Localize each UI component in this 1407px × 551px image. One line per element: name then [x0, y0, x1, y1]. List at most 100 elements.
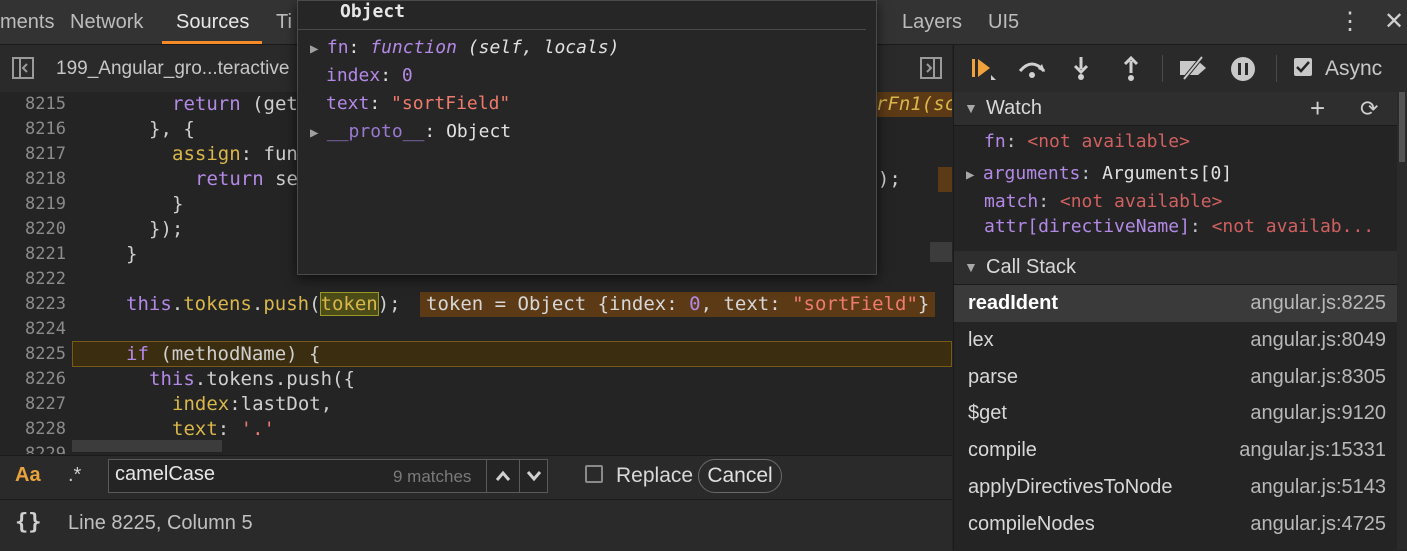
property-key: text: [326, 93, 370, 114]
callstack-section-header[interactable]: ▼ Call Stack: [954, 251, 1400, 285]
inline-value-text: }: [917, 293, 930, 315]
expand-triangle-icon[interactable]: ▶: [310, 41, 327, 57]
deactivate-breakpoints-icon[interactable]: [1176, 55, 1206, 83]
frame-location[interactable]: angular.js:8049: [1250, 322, 1386, 359]
code-line-8223: this.tokens.push(token);: [126, 292, 401, 317]
code-line-8219: }: [172, 193, 184, 215]
frame-location[interactable]: angular.js:15331: [1239, 432, 1386, 469]
line-number[interactable]: 8227: [0, 394, 66, 414]
async-checkbox[interactable]: [1294, 58, 1312, 76]
line-number[interactable]: 8219: [0, 194, 66, 214]
property-separator: :: [380, 65, 402, 86]
watch-expression[interactable]: match: <not available>: [984, 189, 1222, 215]
property-key: __proto__: [326, 121, 425, 142]
add-watch-icon[interactable]: +: [1310, 92, 1325, 125]
watch-expression[interactable]: attr[directiveName]: <not availab...: [984, 214, 1374, 240]
more-menu-icon[interactable]: ⋮: [1338, 0, 1362, 44]
property-key: index: [326, 65, 381, 86]
line-number[interactable]: 8218: [0, 169, 66, 189]
tab-sources[interactable]: Sources: [176, 0, 249, 44]
tab-network[interactable]: Network: [70, 0, 143, 44]
step-out-icon[interactable]: [1116, 55, 1146, 83]
collapse-triangle-icon[interactable]: ▼: [964, 92, 978, 125]
replace-checkbox[interactable]: [585, 465, 603, 483]
frame-function: parse: [968, 366, 1019, 388]
hovered-token[interactable]: token: [319, 292, 379, 316]
watch-section-header[interactable]: ▼ Watch + ⟳: [954, 92, 1400, 126]
refresh-icon[interactable]: ⟳: [1360, 92, 1378, 125]
call-frame[interactable]: readIdent angular.js:8225: [954, 285, 1400, 322]
watch-value: Arguments[0]: [1102, 163, 1233, 184]
call-frame[interactable]: $get angular.js:9120: [954, 395, 1400, 432]
line-number[interactable]: 8228: [0, 419, 66, 439]
search-input[interactable]: camelCase 9 matches: [108, 459, 548, 493]
cancel-button[interactable]: Cancel: [698, 459, 782, 493]
frame-location[interactable]: angular.js:4725: [1250, 506, 1386, 543]
watch-separator: :: [1189, 216, 1212, 237]
step-over-icon[interactable]: [1016, 55, 1046, 83]
vertical-scrollbar-thumb[interactable]: [930, 242, 952, 262]
resume-icon[interactable]: [968, 55, 998, 83]
close-icon[interactable]: ✕: [1384, 0, 1404, 44]
pretty-print-icon[interactable]: {}: [15, 510, 42, 535]
previous-match-icon[interactable]: [489, 460, 517, 492]
tab-timeline[interactable]: Ti: [276, 0, 292, 44]
watch-expression[interactable]: ▶ arguments: Arguments[0]: [966, 161, 1232, 187]
line-number[interactable]: 8224: [0, 319, 66, 339]
next-match-icon[interactable]: [521, 460, 547, 492]
step-into-icon[interactable]: [1066, 55, 1096, 83]
frame-location[interactable]: angular.js:8225: [1250, 285, 1386, 322]
toggle-debugger-icon[interactable]: [920, 57, 942, 79]
watch-expression[interactable]: fn: <not available>: [984, 129, 1190, 155]
tab-elements[interactable]: ments: [0, 0, 54, 44]
call-frame[interactable]: parse angular.js:8305: [954, 359, 1400, 396]
popover-row-proto[interactable]: ▶ __proto__: Object: [310, 118, 511, 146]
horizontal-scrollbar-thumb[interactable]: [72, 440, 222, 452]
code-token: text: [172, 418, 218, 440]
collapse-triangle-icon[interactable]: ▼: [964, 251, 978, 284]
line-number[interactable]: 8222: [0, 269, 66, 289]
inline-variable-value: token = Object {index: 0, text: "sortFie…: [420, 292, 936, 317]
line-number[interactable]: 8215: [0, 94, 66, 114]
call-frame[interactable]: applyDirectivesToNode angular.js:5143: [954, 469, 1400, 506]
debugger-sidebar: Async ▼ Watch + ⟳ fn: <not available> ▶ …: [953, 45, 1407, 550]
search-bar: Aa .* camelCase 9 matches Replace Cancel: [0, 455, 952, 499]
object-preview-popover: Object ▶ fn: function (self, locals) ind…: [297, 0, 877, 275]
expand-triangle-icon[interactable]: ▶: [966, 167, 983, 183]
tab-ui5[interactable]: UI5: [988, 0, 1019, 44]
file-tab[interactable]: 199_Angular_gro...teractive: [56, 45, 289, 92]
active-tab-indicator: [162, 41, 262, 44]
line-number[interactable]: 8226: [0, 369, 66, 389]
popover-row-fn[interactable]: ▶ fn: function (self, locals): [310, 34, 620, 62]
inline-value-string: "sortField": [792, 293, 918, 315]
debugger-toolbar: Async: [954, 45, 1407, 93]
line-number[interactable]: 8216: [0, 119, 66, 139]
code-token: : fun: [240, 143, 298, 165]
inline-value-text: , text:: [700, 293, 793, 315]
watch-key: match: [984, 191, 1039, 212]
regex-toggle[interactable]: .*: [68, 464, 81, 487]
code-token: return: [195, 168, 264, 190]
line-number[interactable]: 8217: [0, 144, 66, 164]
frame-location[interactable]: angular.js:9120: [1250, 395, 1386, 432]
code-token: '.': [240, 418, 275, 440]
line-number[interactable]: 8223: [0, 294, 66, 314]
tab-layers[interactable]: Layers: [902, 0, 962, 44]
frame-location[interactable]: angular.js:5143: [1250, 469, 1386, 506]
call-frame[interactable]: lex angular.js:8049: [954, 322, 1400, 359]
frame-location[interactable]: angular.js:8305: [1250, 359, 1386, 396]
call-frame[interactable]: compile angular.js:15331: [954, 432, 1400, 469]
line-number[interactable]: 8221: [0, 244, 66, 264]
call-frame[interactable]: compileNodes angular.js:4725: [954, 506, 1400, 543]
expand-triangle-icon[interactable]: ▶: [310, 125, 327, 141]
match-case-toggle[interactable]: Aa: [15, 464, 41, 487]
sidebar-scrollbar-thumb[interactable]: [1399, 92, 1405, 162]
toggle-navigator-icon[interactable]: [12, 57, 34, 79]
line-number[interactable]: 8229: [0, 444, 66, 454]
async-label: Async: [1325, 57, 1383, 80]
line-number[interactable]: 8220: [0, 219, 66, 239]
code-token: if: [126, 343, 149, 365]
replace-label: Replace: [616, 464, 694, 487]
line-number[interactable]: 8225: [0, 344, 66, 364]
pause-on-exceptions-icon[interactable]: [1228, 55, 1258, 83]
